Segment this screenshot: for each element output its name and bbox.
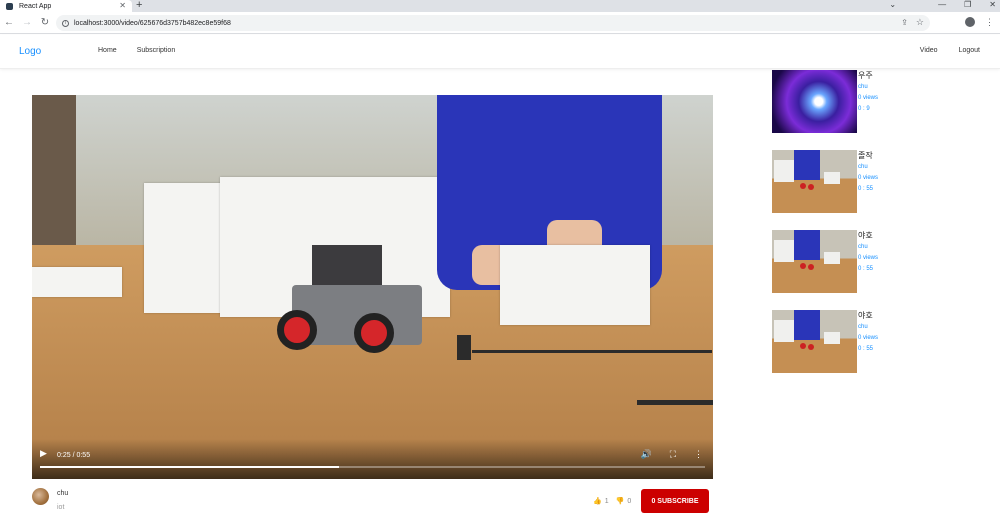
window-controls: ⌄ — ❐ ✕: [889, 0, 996, 9]
back-icon[interactable]: ←: [0, 17, 18, 28]
side-video-views: 0 views: [858, 95, 879, 101]
subscribe-button[interactable]: 0 SUBSCRIBE: [641, 489, 709, 513]
toolbar-right: ⋮: [965, 17, 994, 28]
side-video-views: 0 views: [858, 255, 879, 261]
browser-toolbar: ← → ↻ i localhost:3000/video/625676d3757…: [0, 12, 1000, 34]
side-video-item[interactable]: 야호 chu 0 views 0 : 55: [772, 230, 892, 294]
side-video-thumbnail[interactable]: [772, 150, 857, 213]
fullscreen-icon[interactable]: ⛶: [670, 449, 676, 460]
video-control-buttons: 🔊 ⛶ ⋮: [640, 449, 703, 460]
side-video-thumbnail[interactable]: [772, 230, 857, 293]
side-video-duration: 0 : 55: [858, 346, 874, 352]
uploader-avatar[interactable]: [32, 488, 49, 505]
side-video-channel: chu: [858, 84, 868, 90]
browser-tab-bar: React App ✕ + ⌄ — ❐ ✕: [0, 0, 1000, 12]
side-video-item[interactable]: 졸작 chu 0 views 0 : 55: [772, 150, 892, 214]
url-text: localhost:3000/video/625676d3757b482ec8e…: [74, 19, 231, 27]
logo[interactable]: Logo: [19, 46, 41, 57]
left-menu: Home Subscription: [98, 47, 175, 54]
uploader-name[interactable]: chu: [57, 490, 68, 497]
play-icon[interactable]: ▶: [40, 448, 47, 459]
side-video-item[interactable]: 야호 chu 0 views 0 : 55: [772, 310, 892, 374]
side-video-thumbnail[interactable]: [772, 70, 857, 133]
react-favicon-icon: [6, 2, 13, 10]
side-video-duration: 0 : 55: [858, 186, 874, 192]
video-progress-fill: [40, 466, 340, 468]
side-video-channel: chu: [858, 244, 868, 250]
side-video-views: 0 views: [858, 335, 879, 341]
side-video-thumbnail[interactable]: [772, 310, 857, 373]
share-icon[interactable]: ⇪: [901, 18, 908, 27]
minimize-icon[interactable]: —: [938, 0, 946, 9]
menu-home[interactable]: Home: [98, 47, 117, 54]
close-tab-icon[interactable]: ✕: [119, 1, 126, 10]
profile-avatar-icon[interactable]: [965, 17, 975, 27]
menu-video[interactable]: Video: [920, 47, 938, 54]
side-video-duration: 0 : 9: [858, 106, 870, 112]
forward-icon[interactable]: →: [18, 17, 36, 28]
dislike-icon[interactable]: 👎: [616, 497, 625, 505]
bookmark-star-icon[interactable]: ☆: [916, 17, 924, 28]
tab-search-chevron-icon[interactable]: ⌄: [889, 0, 896, 9]
like-count: 1: [604, 497, 609, 505]
video-frame: [32, 95, 713, 479]
side-video-channel: chu: [858, 324, 868, 330]
dislike-count: 0: [627, 497, 632, 505]
address-bar[interactable]: i localhost:3000/video/625676d3757b482ec…: [56, 15, 930, 31]
side-video-channel: chu: [858, 164, 868, 170]
side-video-title: 졸작: [858, 151, 873, 160]
video-time: 0:25 / 0:55: [57, 452, 91, 459]
video-description: iot: [57, 504, 65, 511]
reload-icon[interactable]: ↻: [36, 17, 54, 28]
right-menu: Video Logout: [920, 47, 980, 54]
side-video-title: 야호: [858, 231, 873, 240]
side-video-views: 0 views: [858, 175, 879, 181]
volume-icon[interactable]: 🔊: [640, 449, 651, 460]
like-icon[interactable]: 👍: [593, 497, 602, 505]
site-info-icon[interactable]: i: [62, 19, 69, 27]
close-window-icon[interactable]: ✕: [989, 0, 996, 9]
video-progress-bar[interactable]: [40, 466, 705, 468]
menu-logout[interactable]: Logout: [959, 47, 980, 54]
video-controls: ▶ 0:25 / 0:55 🔊 ⛶ ⋮: [32, 439, 713, 479]
browser-tab-title: React App: [19, 2, 52, 10]
app-header: Logo Home Subscription Video Logout: [0, 35, 1000, 69]
side-video-title: 우주: [858, 71, 873, 80]
more-options-icon[interactable]: ⋮: [694, 449, 703, 460]
browser-menu-icon[interactable]: ⋮: [985, 17, 994, 28]
side-video-title: 야호: [858, 311, 873, 320]
video-player[interactable]: ▶ 0:25 / 0:55 🔊 ⛶ ⋮: [32, 95, 713, 479]
side-video-item[interactable]: 우주 chu 0 views 0 : 9: [772, 70, 892, 134]
restore-icon[interactable]: ❐: [964, 0, 971, 9]
menu-subscription[interactable]: Subscription: [137, 47, 176, 54]
browser-tab[interactable]: React App ✕: [0, 0, 132, 12]
new-tab-icon[interactable]: +: [136, 0, 142, 11]
side-video-duration: 0 : 55: [858, 266, 874, 272]
like-dislike: 👍 1 👎 0: [593, 497, 632, 506]
